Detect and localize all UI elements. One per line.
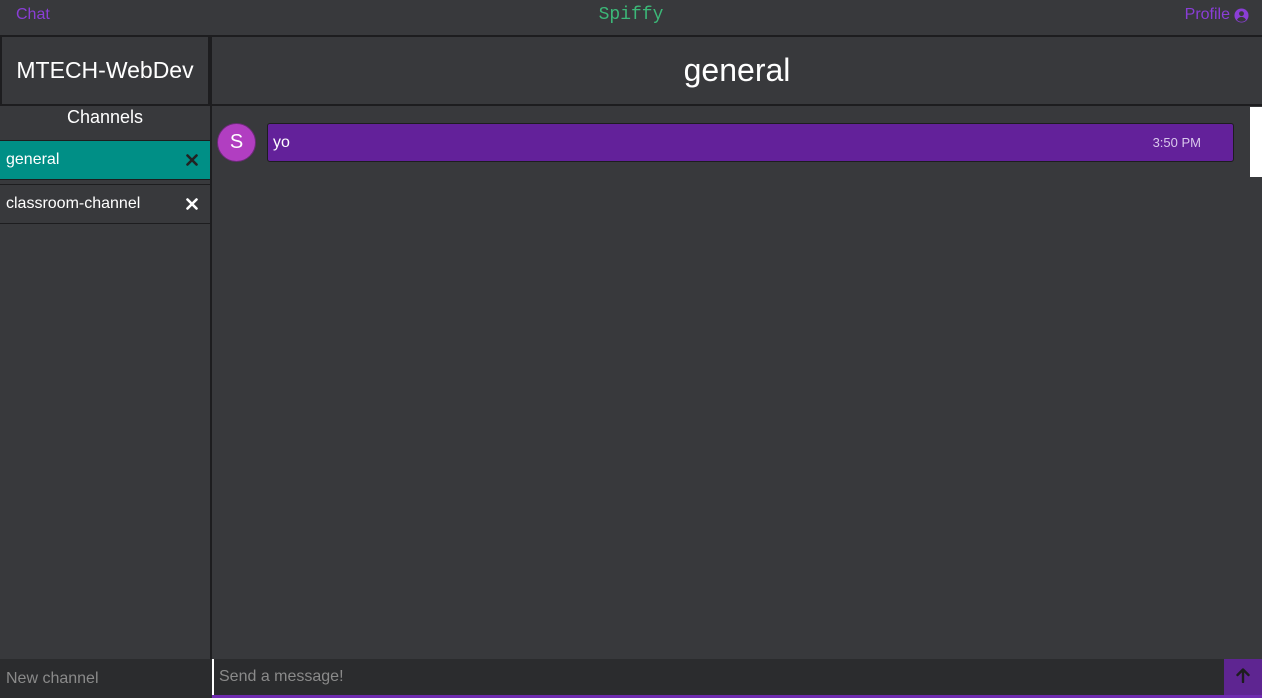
new-channel-form [0, 659, 235, 698]
top-navbar: Chat Spiffy Profile [0, 0, 1262, 35]
message-item: S yo 3:50 PM [217, 123, 1234, 162]
channels-heading: Channels [66, 107, 144, 127]
channel-title: general [212, 35, 1262, 106]
message-list[interactable]: S yo 3:50 PM [212, 106, 1262, 659]
scrollbar-thumb[interactable] [1250, 107, 1262, 177]
brand-title: Spiffy [598, 5, 664, 25]
message-timestamp: 3:50 PM [1152, 135, 1201, 150]
profile-label: Profile [1184, 6, 1230, 23]
new-channel-input[interactable] [0, 659, 219, 698]
sidebar-item-classroom-channel[interactable]: classroom-channel [0, 184, 210, 224]
close-icon[interactable] [186, 198, 198, 210]
avatar: S [217, 123, 256, 162]
message-text: yo [273, 133, 290, 151]
send-button[interactable] [1224, 659, 1262, 695]
message-input[interactable] [212, 659, 1224, 695]
message-composer [212, 659, 1262, 698]
user-circle-icon [1234, 7, 1249, 23]
channel-label: classroom-channel [6, 195, 141, 212]
nav-profile-link[interactable]: Profile [1185, 6, 1249, 24]
message-bubble: yo 3:50 PM [267, 123, 1234, 162]
arrow-up-icon [1236, 668, 1250, 686]
sidebar-item-general[interactable]: general [0, 140, 210, 180]
channel-sidebar: MTECH-WebDev Channels general classroom-… [0, 35, 235, 698]
close-icon[interactable] [186, 154, 198, 166]
channel-label: general [6, 151, 60, 168]
workspace-name: MTECH-WebDev [0, 35, 210, 106]
